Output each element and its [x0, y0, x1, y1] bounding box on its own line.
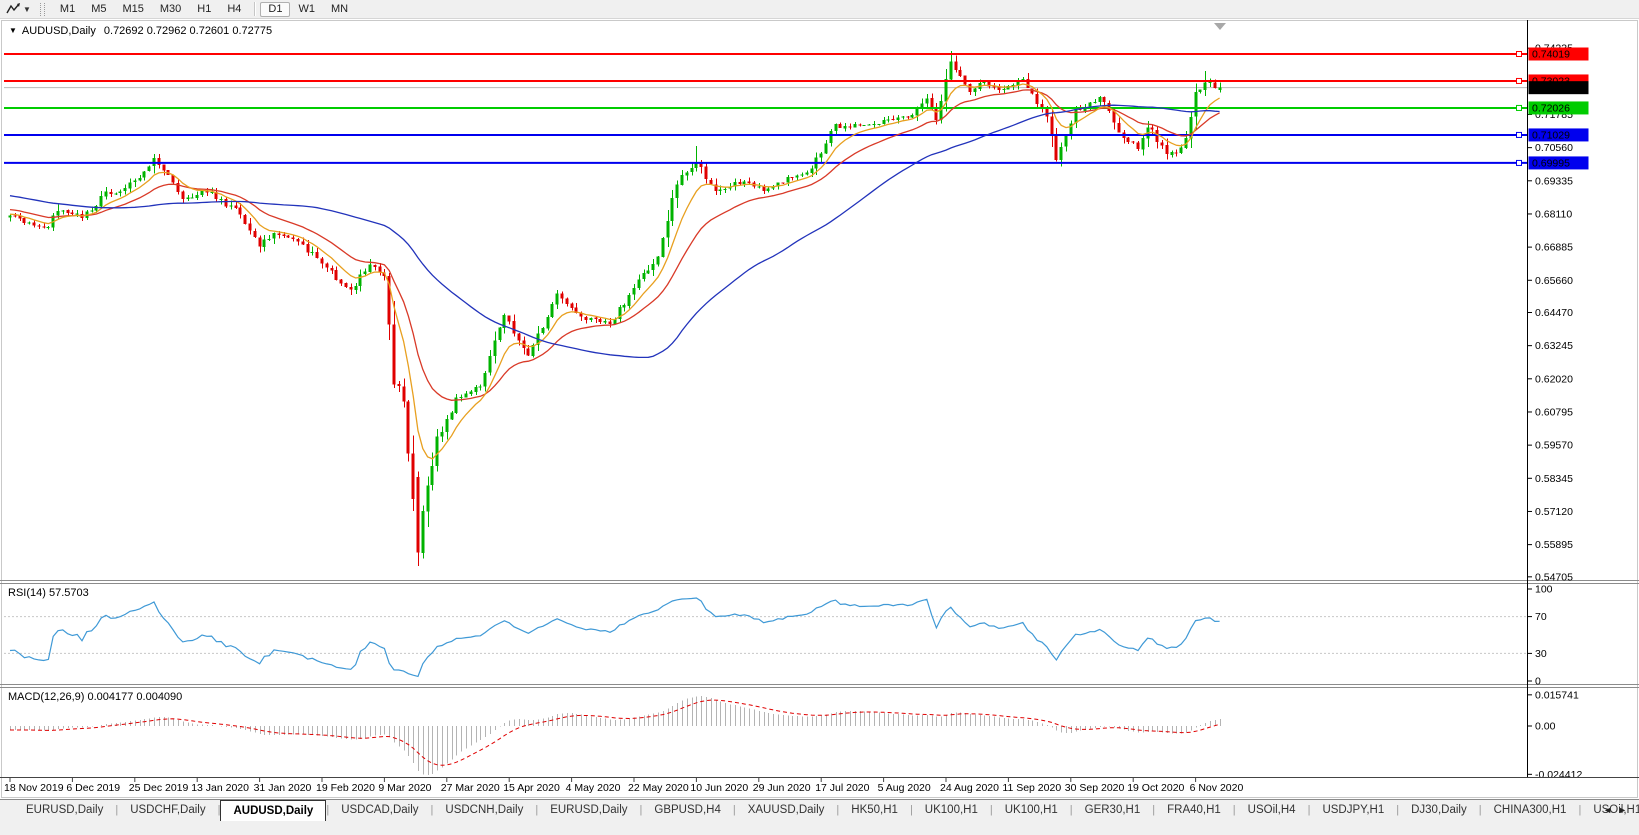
toolbar-separator	[254, 2, 255, 16]
rsi-tick-label: 70	[1535, 611, 1547, 623]
timeframe-button-w1[interactable]: W1	[290, 2, 323, 17]
rsi-tick-label: 100	[1535, 584, 1553, 596]
date-tick-label: 27 Mar 2020	[441, 782, 500, 794]
line-endpoint-marker	[1517, 52, 1522, 57]
chart-tab-uk100-h1[interactable]: UK100,H1	[913, 800, 990, 820]
chart-tabs-bar: EURUSD,Daily|USDCHF,Daily|AUDUSD,Daily|U…	[0, 799, 1639, 835]
price-tick-label: 0.66885	[1535, 242, 1573, 254]
date-tick-label: 22 May 2020	[628, 782, 689, 794]
date-tick-label: 4 May 2020	[566, 782, 621, 794]
line-endpoint-marker	[1517, 160, 1522, 165]
price-badge-label: 0.71029	[1532, 129, 1570, 141]
price-tick-label: 0.54705	[1535, 571, 1573, 583]
price-tick-label: 0.59570	[1535, 440, 1573, 452]
tab-scroll-right-icon[interactable]: ►	[1618, 805, 1633, 815]
rsi-tick-label: 0	[1535, 676, 1541, 688]
macd-tick-label: 0.015741	[1535, 689, 1579, 701]
chart-tab-usdjpy-h1[interactable]: USDJPY,H1	[1310, 800, 1396, 820]
macd-tick-label: 0.00	[1535, 721, 1556, 733]
chart-tab-usdcnh-daily[interactable]: USDCNH,Daily	[433, 800, 535, 820]
timeframe-button-m15[interactable]: M15	[114, 2, 151, 17]
price-badge-label: 0.69995	[1532, 157, 1570, 169]
timeframe-toolbar: M1M5M15M30H1H4 D1W1MN	[52, 0, 356, 19]
chart-menu-triangle-icon[interactable]: ▼	[9, 26, 17, 35]
timeframe-button-m1[interactable]: M1	[52, 2, 83, 17]
date-tick-label: 25 Dec 2019	[129, 782, 189, 794]
date-tick-label: 30 Sep 2020	[1065, 782, 1125, 794]
tab-scroll-left-icon[interactable]: ◄	[1603, 805, 1618, 815]
tool-dropdown-caret-icon[interactable]: ▼	[23, 5, 31, 14]
line-endpoint-marker	[1517, 105, 1522, 110]
chart-tab-hk50-h1[interactable]: HK50,H1	[839, 800, 910, 820]
price-tick-label: 0.55895	[1535, 539, 1573, 551]
chart-tab-fra40-h1[interactable]: FRA40,H1	[1155, 800, 1233, 820]
chart-tab-dj30-daily[interactable]: DJ30,Daily	[1399, 800, 1479, 820]
chart-tabs-list: EURUSD,Daily|USDCHF,Daily|AUDUSD,Daily|U…	[0, 800, 1639, 823]
chart-tab-eurusd-daily[interactable]: EURUSD,Daily	[538, 800, 639, 820]
chart-tab-usdchf-daily[interactable]: USDCHF,Daily	[118, 800, 217, 820]
date-tick-label: 29 Jun 2020	[753, 782, 811, 794]
price-tick-label: 0.65660	[1535, 275, 1573, 287]
timeframe-button-m30[interactable]: M30	[152, 2, 189, 17]
timeframe-button-d1[interactable]: D1	[260, 2, 290, 17]
chart-tab-gbpusd-h4[interactable]: GBPUSD,H4	[642, 800, 732, 820]
date-tick-label: 18 Nov 2019	[4, 782, 64, 794]
timeframe-button-h4[interactable]: H4	[219, 2, 249, 17]
chart-tab-xauusd-daily[interactable]: XAUUSD,Daily	[736, 800, 837, 820]
chart-ohlc-values: 0.72692 0.72962 0.72601 0.72775	[104, 25, 272, 37]
line-endpoint-marker	[1517, 132, 1522, 137]
rsi-indicator-label: RSI(14) 57.5703	[8, 587, 89, 599]
chart-tab-audusd-daily[interactable]: AUDUSD,Daily	[220, 800, 326, 821]
date-tick-label: 31 Jan 2020	[254, 782, 312, 794]
date-tick-label: 6 Nov 2020	[1190, 782, 1244, 794]
price-tick-label: 0.62020	[1535, 373, 1573, 385]
price-tick-label: 0.58345	[1535, 473, 1573, 485]
chart-tab-uk100-h1[interactable]: UK100,H1	[993, 800, 1070, 820]
chart-tools-icon[interactable]	[4, 2, 22, 16]
chart-tab-usoil-h4[interactable]: USOil,H4	[1236, 800, 1308, 820]
chart-tab-usdcad-daily[interactable]: USDCAD,Daily	[329, 800, 430, 820]
chart-symbol-label: AUDUSD,Daily	[22, 25, 96, 37]
date-tick-label: 19 Feb 2020	[316, 782, 375, 794]
date-tick-label: 10 Jun 2020	[690, 782, 748, 794]
date-tick-label: 13 Jan 2020	[191, 782, 249, 794]
price-badge-label: 0.72026	[1532, 102, 1570, 114]
price-badge-label: 0.74019	[1532, 49, 1570, 61]
date-tick-label: 11 Sep 2020	[1002, 782, 1061, 794]
date-tick-label: 5 Aug 2020	[878, 782, 931, 794]
date-tick-label: 6 Dec 2019	[66, 782, 120, 794]
price-tick-label: 0.64470	[1535, 307, 1573, 319]
price-tick-label: 0.60795	[1535, 406, 1573, 418]
top-toolbar: ▼ M1M5M15M30H1H4 D1W1MN	[0, 0, 1639, 19]
timeframe-button-mn[interactable]: MN	[323, 2, 356, 17]
line-endpoint-marker	[1517, 78, 1522, 83]
chart-tab-ger30-h1[interactable]: GER30,H1	[1073, 800, 1153, 820]
chart-title: ▼ AUDUSD,Daily 0.72692 0.72962 0.72601 0.7…	[9, 25, 272, 37]
date-tick-label: 15 Apr 2020	[503, 782, 560, 794]
price-tick-label: 0.69335	[1535, 175, 1573, 187]
chart-tab-eurusd-daily[interactable]: EURUSD,Daily	[14, 800, 115, 820]
price-tick-label: 0.57120	[1535, 506, 1573, 518]
price-tick-label: 0.70560	[1535, 142, 1573, 154]
price-tick-label: 0.63245	[1535, 340, 1573, 352]
timeframe-button-h1[interactable]: H1	[189, 2, 219, 17]
date-tick-label: 24 Aug 2020	[940, 782, 999, 794]
price-tick-label: 0.68110	[1535, 208, 1572, 220]
date-tick-label: 17 Jul 2020	[815, 782, 869, 794]
timeframe-button-m5[interactable]: M5	[83, 2, 114, 17]
macd-indicator-label: MACD(12,26,9) 0.004177 0.004090	[8, 691, 182, 703]
date-tick-label: 9 Mar 2020	[378, 782, 431, 794]
price-badge-label: 0.72775	[1532, 82, 1570, 94]
toolbar-grip[interactable]	[40, 3, 45, 16]
mt4-terminal-window: 0.742350.717850.705600.693350.681100.668…	[0, 0, 1639, 835]
date-tick-label: 19 Oct 2020	[1127, 782, 1184, 794]
macd-tick-label: -0.024412	[1535, 769, 1582, 781]
tab-scroll-arrows[interactable]: ◄►	[1603, 805, 1633, 815]
rsi-tick-label: 30	[1535, 648, 1547, 660]
chart-canvas[interactable]: 0.742350.717850.705600.693350.681100.668…	[0, 0, 1639, 835]
chart-tab-china300-h1[interactable]: CHINA300,H1	[1482, 800, 1579, 820]
